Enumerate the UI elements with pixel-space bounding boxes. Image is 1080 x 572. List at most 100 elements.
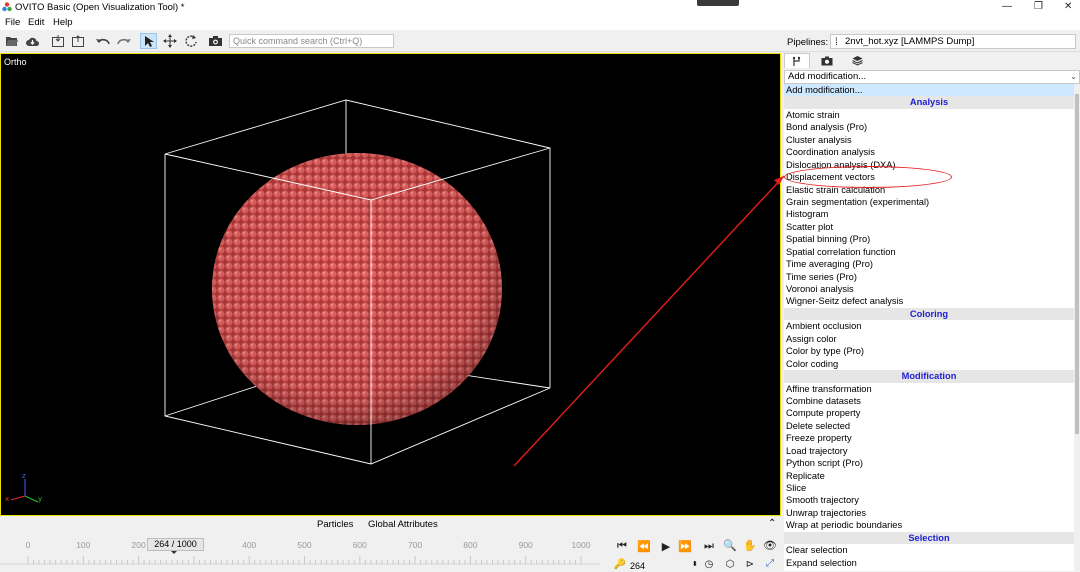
- chevron-up-icon[interactable]: ⌃: [768, 518, 776, 529]
- modifier-list-item[interactable]: Python script (Pro): [784, 457, 1074, 469]
- chevron-down-icon[interactable]: ⌄: [1070, 71, 1077, 83]
- redo-icon[interactable]: [115, 33, 132, 49]
- modifier-list-item[interactable]: Cluster analysis: [784, 134, 1074, 146]
- fov-icon[interactable]: ⊳: [742, 559, 758, 570]
- modifier-list-item[interactable]: Delete selected: [784, 420, 1074, 432]
- add-modification-dropdown[interactable]: Add modification... ⌄: [784, 70, 1080, 84]
- modifier-list-scrollbar[interactable]: [1074, 84, 1080, 571]
- zoom-icon[interactable]: 🔍: [722, 539, 738, 552]
- modifier-list-item[interactable]: Unwrap trajectories: [784, 507, 1074, 519]
- minimize-button[interactable]: —: [1002, 1, 1012, 12]
- quick-command-search-input[interactable]: [229, 34, 394, 48]
- undo-icon[interactable]: [94, 33, 111, 49]
- modifier-list-item[interactable]: Ambient occlusion: [784, 320, 1074, 332]
- orbit-eye-icon[interactable]: 👁: [762, 539, 778, 552]
- layers-tab-icon[interactable]: [844, 53, 870, 68]
- title-bar: OVITO Basic (Open Visualization Tool) * …: [0, 0, 1080, 15]
- modifier-list-item[interactable]: Wrap at periodic boundaries: [784, 519, 1074, 531]
- move-icon[interactable]: [161, 33, 178, 49]
- menu-file[interactable]: File: [5, 17, 20, 28]
- menu-help[interactable]: Help: [53, 17, 73, 28]
- data-inspector-tabs: Particles Global Attributes ⌃: [0, 516, 781, 534]
- select-icon[interactable]: [140, 33, 157, 49]
- render-tab-icon[interactable]: [814, 53, 840, 68]
- modifier-list-item[interactable]: Freeze property: [784, 432, 1074, 444]
- axis-y-label: y: [38, 495, 42, 503]
- spinner-arrows-icon[interactable]: ⬍: [692, 560, 698, 568]
- export-icon[interactable]: [69, 33, 86, 49]
- go-to-start-icon[interactable]: ⏮: [614, 540, 630, 553]
- modifier-list-item[interactable]: Coordination analysis: [784, 146, 1074, 158]
- timeline-ruler[interactable]: [0, 534, 612, 571]
- modifier-list-item[interactable]: Clear selection: [784, 544, 1074, 556]
- camera-icon[interactable]: [207, 33, 224, 49]
- axis-z-label: z: [22, 472, 26, 480]
- modifier-list-item[interactable]: Time averaging (Pro): [784, 258, 1074, 270]
- key-icon: 🔑: [613, 559, 627, 570]
- modifier-list-item[interactable]: Grain segmentation (experimental): [784, 196, 1074, 208]
- scrollbar-thumb[interactable]: [1075, 94, 1079, 434]
- ovito-logo-icon: [2, 2, 12, 12]
- modifier-list-item[interactable]: Add modification...: [784, 84, 1074, 97]
- modifier-list-item[interactable]: Expand selection: [784, 557, 1074, 569]
- modifier-list-item[interactable]: Time series (Pro): [784, 271, 1074, 283]
- modifier-list-item[interactable]: Spatial binning (Pro): [784, 233, 1074, 245]
- pipeline-tab-icon[interactable]: [784, 53, 810, 68]
- rotate-icon[interactable]: [182, 33, 199, 49]
- frame-spinner-value[interactable]: 264: [630, 561, 645, 571]
- pan-icon[interactable]: ✋: [742, 539, 758, 552]
- command-panel: Add modification... ⌄ Add modification..…: [781, 52, 1080, 571]
- viewport-canvas[interactable]: y z x: [1, 54, 780, 515]
- tab-particles[interactable]: Particles: [317, 519, 353, 530]
- command-panel-tabs: [781, 52, 1080, 69]
- import-icon[interactable]: [49, 33, 66, 49]
- tab-global-attributes[interactable]: Global Attributes: [368, 519, 438, 530]
- cloud-icon[interactable]: [24, 33, 41, 49]
- maximize-viewport-icon[interactable]: ⤢: [762, 558, 778, 569]
- modifier-list-item[interactable]: Voronoi analysis: [784, 283, 1074, 295]
- modifier-list-item[interactable]: Load trajectory: [784, 445, 1074, 457]
- modifier-list-item[interactable]: Bond analysis (Pro): [784, 121, 1074, 133]
- modifier-list-item[interactable]: Atomic strain: [784, 109, 1074, 121]
- pipeline-icon: ⁞: [835, 37, 838, 48]
- modifier-category: Coloring: [784, 307, 1074, 321]
- modifier-list-item[interactable]: Color coding: [784, 358, 1074, 370]
- close-button[interactable]: ✕: [1064, 1, 1072, 12]
- modifier-list-item[interactable]: Wigner-Seitz defect analysis: [784, 295, 1074, 307]
- modifier-list-item[interactable]: Slice: [784, 482, 1074, 494]
- frame-spinner[interactable]: 264 ⬍: [630, 561, 702, 572]
- open-folder-icon[interactable]: [3, 33, 20, 49]
- clock-icon[interactable]: ◷: [701, 559, 717, 570]
- modifier-list-item[interactable]: Color by type (Pro): [784, 345, 1074, 357]
- modifier-list-item[interactable]: Histogram: [784, 208, 1074, 220]
- pipelines-label: Pipelines:: [787, 37, 829, 48]
- step-forward-icon[interactable]: ⏩: [677, 540, 693, 553]
- cube-icon[interactable]: ⬡: [722, 559, 738, 570]
- modifier-list-item[interactable]: Replicate: [784, 470, 1074, 482]
- modifier-list-item[interactable]: Affine transformation: [784, 383, 1074, 395]
- modifier-list-item[interactable]: Combine datasets: [784, 395, 1074, 407]
- pipeline-selector[interactable]: ⁞ 2nvt_hot.xyz [LAMMPS Dump]: [830, 34, 1076, 49]
- restore-button[interactable]: ❐: [1034, 1, 1043, 12]
- modifier-list-item[interactable]: Scatter plot: [784, 221, 1074, 233]
- modifier-list-item[interactable]: Spatial correlation function: [784, 246, 1074, 258]
- viewport-ortho[interactable]: Ortho y z x: [0, 53, 781, 516]
- modifier-list[interactable]: Add modification... Analysis Atomic strain…: [784, 84, 1074, 571]
- add-modification-value: Add modification...: [788, 71, 867, 82]
- modifier-list-item[interactable]: Smooth trajectory: [784, 494, 1074, 506]
- modifier-category: Selection: [784, 531, 1074, 545]
- timeline-current-marker: [170, 551, 177, 554]
- window-title: OVITO Basic (Open Visualization Tool) *: [15, 2, 185, 13]
- axis-x-label: x: [5, 495, 9, 503]
- go-to-end-icon[interactable]: ⏭: [701, 540, 717, 553]
- modifier-list-item[interactable]: Compute property: [784, 407, 1074, 419]
- animation-timeline[interactable]: 01002003004005006007008009001000 264 / 1…: [0, 534, 612, 571]
- timeline-frame-badge[interactable]: 264 / 1000: [147, 538, 204, 551]
- play-icon[interactable]: ▶: [658, 540, 674, 553]
- modifier-list-item[interactable]: Assign color: [784, 333, 1074, 345]
- modifier-category: Analysis: [784, 96, 1074, 109]
- pipeline-name: 2nvt_hot.xyz [LAMMPS Dump]: [845, 36, 975, 47]
- menu-edit[interactable]: Edit: [28, 17, 44, 28]
- step-back-icon[interactable]: ⏪: [636, 540, 652, 553]
- menu-bar: File Edit Help: [0, 15, 1080, 30]
